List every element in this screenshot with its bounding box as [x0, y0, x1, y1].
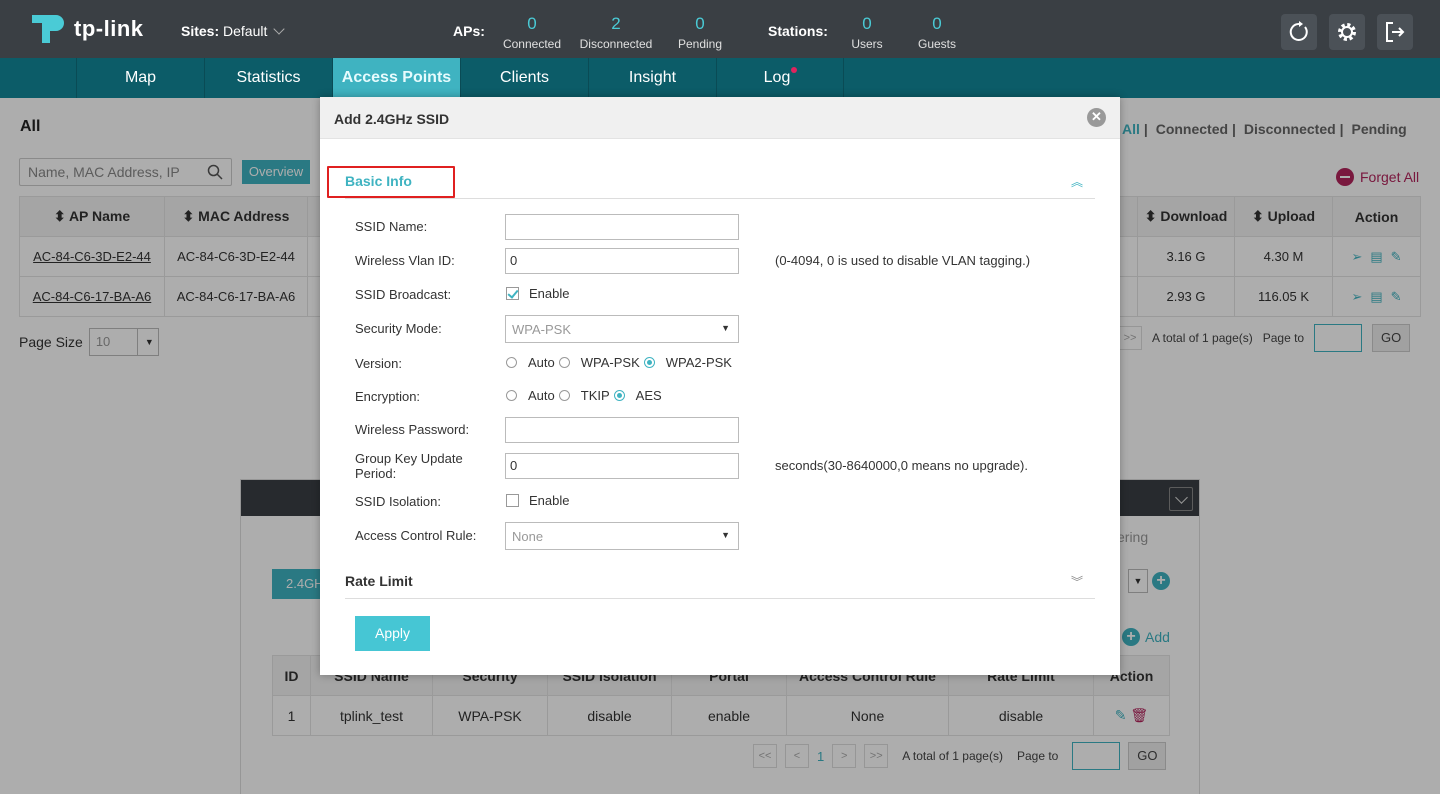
group-key-hint: seconds(30-8640000,0 means no upgrade).	[775, 458, 1028, 473]
vlan-hint: (0-4094, 0 is used to disable VLAN taggi…	[775, 253, 1031, 268]
chevron-down-double-icon: ︾	[1070, 575, 1083, 589]
logout-icon	[1386, 22, 1405, 42]
ssid-name-label: SSID Name:	[355, 219, 428, 234]
isolation-option: Enable	[529, 493, 570, 508]
security-label: Security Mode:	[355, 321, 442, 336]
vlan-label: Wireless Vlan ID:	[355, 253, 455, 268]
ssid-name-input[interactable]	[505, 214, 739, 240]
enc-aes-radio[interactable]	[613, 390, 625, 401]
settings-button[interactable]	[1329, 14, 1365, 50]
broadcast-option: Enable	[529, 286, 570, 301]
broadcast-checkbox[interactable]: Enable	[506, 286, 569, 301]
acl-label: Access Control Rule:	[355, 528, 477, 543]
version-auto-radio[interactable]	[506, 357, 517, 368]
password-label: Wireless Password:	[355, 422, 470, 437]
nav-tab-access-points[interactable]: Access Points	[332, 58, 460, 98]
stations-label: Stations:	[768, 23, 828, 39]
nav-tab-map[interactable]: Map	[76, 58, 204, 98]
checkbox-checked	[506, 287, 519, 300]
refresh-icon	[1289, 21, 1308, 41]
version-wpa-radio[interactable]	[558, 357, 570, 368]
aps-disconnected: 2 Disconnected	[579, 14, 653, 51]
version-auto-label: Auto	[528, 355, 555, 370]
nav-tab-insight[interactable]: Insight	[588, 58, 716, 98]
password-input[interactable]	[505, 417, 739, 443]
aps-pending: 0 Pending	[677, 14, 723, 51]
nav-tab-statistics[interactable]: Statistics	[204, 58, 332, 98]
security-mode-select[interactable]: WPA-PSK	[505, 315, 739, 343]
site-selector[interactable]: Sites: Default	[181, 23, 286, 39]
isolation-checkbox[interactable]: Enable	[506, 493, 569, 508]
nav-tab-log[interactable]: Log	[716, 58, 844, 98]
sites-label: Sites:	[181, 23, 220, 39]
checkbox-unchecked	[506, 494, 519, 507]
apply-button[interactable]: Apply	[355, 616, 430, 651]
version-wpa2-radio[interactable]	[643, 357, 655, 368]
chevron-up-icon: ︽	[1070, 175, 1083, 189]
broadcast-label: SSID Broadcast:	[355, 287, 452, 302]
enc-auto-label: Auto	[528, 388, 555, 403]
aps-label: APs:	[453, 23, 485, 39]
version-radios: Auto WPA-PSK WPA2-PSK	[506, 355, 736, 370]
rate-limit-section-header[interactable]: Rate Limit ︾	[345, 565, 1095, 599]
sites-value: Default	[223, 23, 268, 39]
version-wpa2-label: WPA2-PSK	[665, 355, 732, 370]
enc-tkip-label: TKIP	[580, 388, 610, 403]
version-wpa-label: WPA-PSK	[580, 355, 640, 370]
group-key-input[interactable]: 0	[505, 453, 739, 479]
dialog-header: Add 2.4GHz SSID ✕	[320, 97, 1120, 139]
chevron-down-icon	[273, 23, 286, 35]
acl-select[interactable]: None	[505, 522, 739, 550]
brand-name: tp-link	[74, 16, 144, 41]
add-ssid-dialog: Add 2.4GHz SSID ✕ Basic Info ︽ SSID Name…	[320, 97, 1120, 675]
tp-link-logo-icon	[32, 15, 64, 43]
basic-info-section-header[interactable]: Basic Info ︽	[345, 165, 1095, 199]
highlight-box	[327, 166, 455, 198]
rate-limit-label: Rate Limit	[345, 573, 413, 589]
enc-aes-label: AES	[635, 388, 662, 403]
enc-tkip-radio[interactable]	[558, 390, 570, 401]
stations-guests: 0 Guests	[917, 14, 956, 51]
main-nav: Map Statistics Access Points Clients Ins…	[0, 58, 1440, 98]
vlan-input[interactable]: 0	[505, 248, 739, 274]
dialog-title: Add 2.4GHz SSID	[334, 111, 450, 127]
encryption-radios: Auto TKIP AES	[506, 388, 666, 403]
close-icon[interactable]: ✕	[1087, 108, 1106, 127]
refresh-button[interactable]	[1281, 14, 1317, 50]
isolation-label: SSID Isolation:	[355, 494, 441, 509]
nav-tab-log-label: Log	[763, 69, 791, 86]
tp-link-logo[interactable]: tp-link	[28, 11, 144, 47]
encryption-label: Encryption:	[355, 389, 421, 404]
notification-dot	[791, 67, 798, 73]
group-key-label: Group Key Update Period:	[355, 451, 463, 481]
top-header: tp-link Sites: Default APs: 0 Connected 2…	[0, 0, 1440, 58]
nav-tab-clients[interactable]: Clients	[460, 58, 588, 98]
logout-button[interactable]	[1377, 14, 1413, 50]
aps-connected: 0 Connected	[502, 14, 562, 51]
version-label: Version:	[355, 356, 402, 371]
enc-auto-radio[interactable]	[506, 390, 517, 401]
gear-icon	[1338, 23, 1356, 41]
